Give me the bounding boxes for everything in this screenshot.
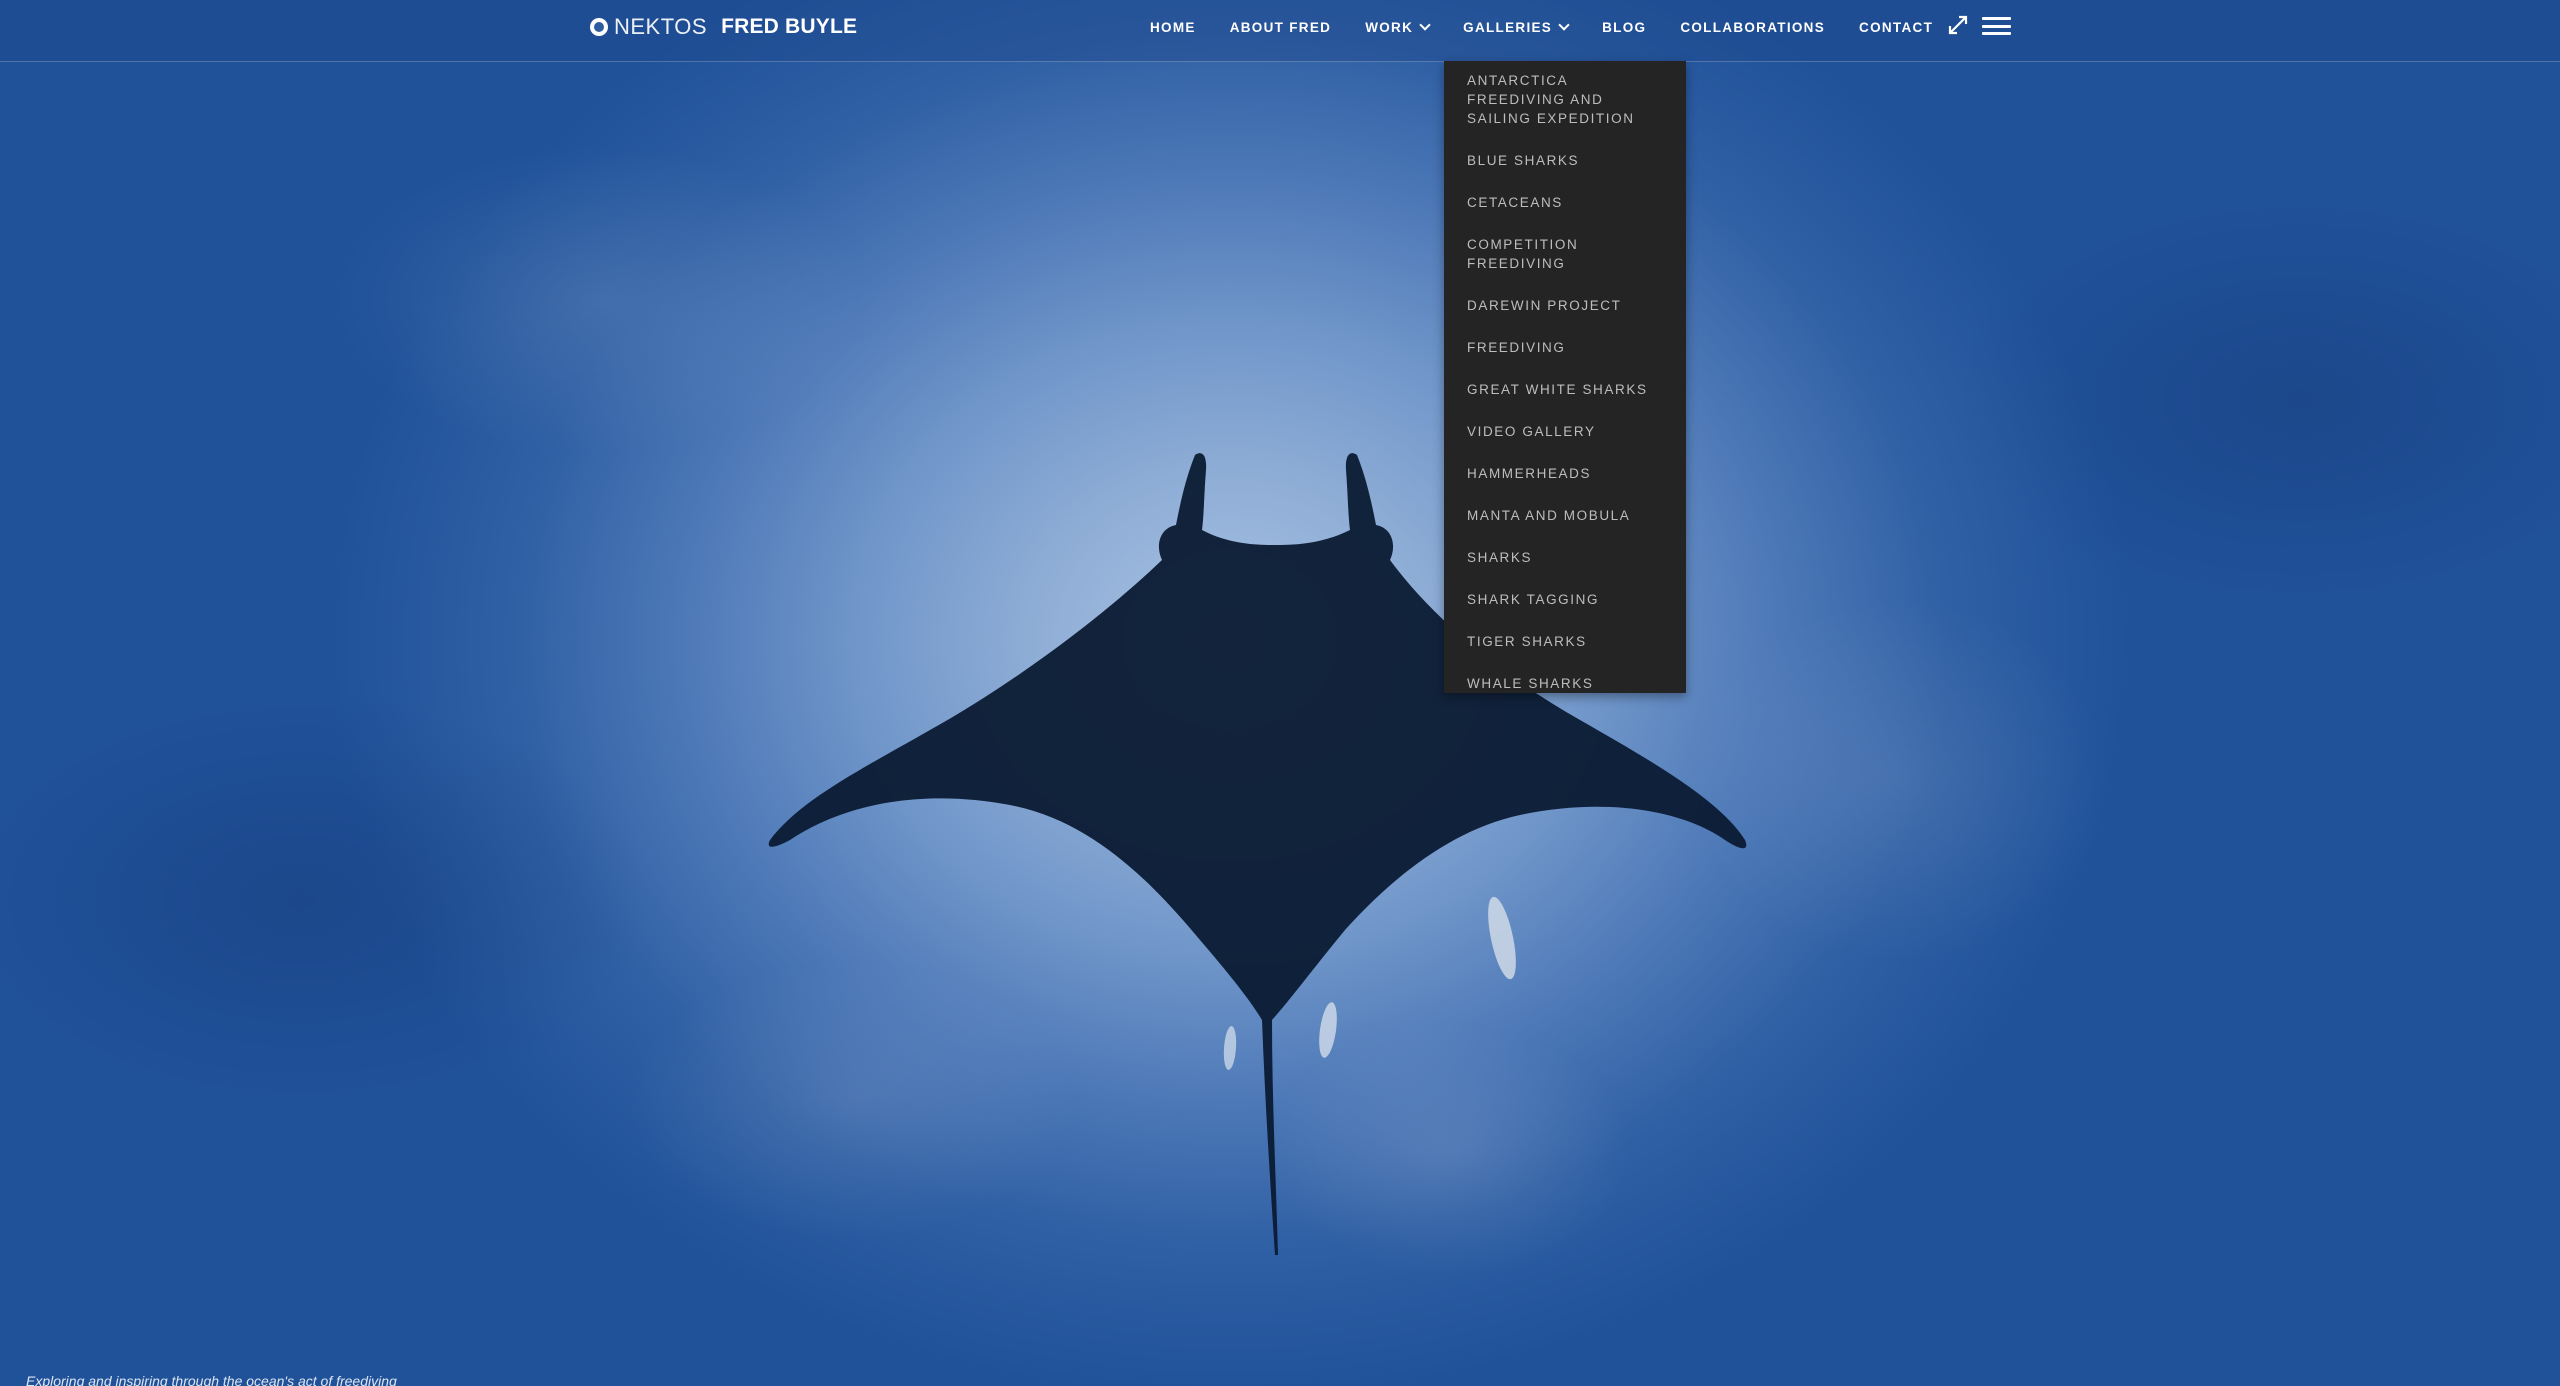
dropdown-item[interactable]: GREAT WHITE SHARKS (1444, 380, 1686, 399)
logo-text: NEKTOS (614, 14, 708, 39)
nav-blog[interactable]: BLOG (1602, 20, 1646, 35)
galleries-dropdown-list: ANTARCTICA FREEDIVING AND SAILING EXPEDI… (1444, 61, 1686, 693)
dropdown-item[interactable]: BLUE SHARKS (1444, 151, 1686, 170)
page: NEKTOS FRED BUYLE HOME ABOUT FRED WORK G… (0, 0, 2560, 1386)
fish-shape (1223, 1026, 1237, 1070)
dropdown-item[interactable]: FREEDIVING (1444, 338, 1686, 357)
dropdown-item[interactable]: SHARK TAGGING (1444, 590, 1686, 609)
fish-shape (1488, 896, 1516, 980)
fish-shape (1319, 1002, 1337, 1058)
nav-label: CONTACT (1859, 19, 1934, 35)
nav-label: ABOUT FRED (1229, 19, 1332, 35)
nav-label: COLLABORATIONS (1680, 19, 1826, 35)
chevron-down-icon (1558, 19, 1570, 31)
nektos-logo-icon (590, 18, 608, 36)
galleries-dropdown: ANTARCTICA FREEDIVING AND SAILING EXPEDI… (1444, 61, 1686, 693)
nav-work[interactable]: WORK (1365, 19, 1431, 35)
hero-caption: Exploring and inspiring through the ocea… (26, 1373, 397, 1386)
nav-about[interactable]: ABOUT FRED (1230, 20, 1332, 35)
hamburger-menu-icon[interactable] (1982, 17, 2011, 35)
dropdown-item[interactable]: WHALE SHARKS (1444, 674, 1686, 693)
dropdown-item[interactable]: MANTA AND MOBULA (1444, 506, 1686, 525)
nav-galleries[interactable]: GALLERIES (1463, 19, 1570, 35)
site-header: NEKTOS FRED BUYLE HOME ABOUT FRED WORK G… (0, 0, 2560, 62)
dropdown-item[interactable]: CETACEANS (1444, 193, 1686, 212)
site-title[interactable]: FRED BUYLE (721, 15, 857, 39)
dropdown-item[interactable]: VIDEO GALLERY (1444, 422, 1686, 441)
nav-label: BLOG (1602, 19, 1647, 35)
chevron-down-icon (1419, 19, 1431, 31)
brand[interactable]: NEKTOS FRED BUYLE (590, 14, 857, 40)
nav-contact[interactable]: CONTACT (1859, 20, 1933, 35)
dropdown-item[interactable]: COMPETITION FREEDIVING (1444, 235, 1686, 273)
nav-label: HOME (1150, 19, 1196, 35)
hero-image (768, 453, 1747, 1255)
dropdown-item[interactable]: HAMMERHEADS (1444, 464, 1686, 483)
dropdown-item[interactable]: SHARKS (1444, 548, 1686, 567)
nav-collaborations[interactable]: COLLABORATIONS (1680, 20, 1825, 35)
nav-label: WORK (1365, 19, 1414, 35)
main-nav: HOME ABOUT FRED WORK GALLERIES BLOG COLL… (1150, 0, 1933, 54)
nav-label: GALLERIES (1463, 19, 1553, 35)
dropdown-item[interactable]: DAREWIN PROJECT (1444, 296, 1686, 315)
nav-home[interactable]: HOME (1150, 20, 1196, 35)
dropdown-item[interactable]: TIGER SHARKS (1444, 632, 1686, 651)
expand-icon[interactable] (1947, 14, 1969, 36)
dropdown-item[interactable]: ANTARCTICA FREEDIVING AND SAILING EXPEDI… (1444, 71, 1686, 128)
nektos-logo[interactable]: NEKTOS (590, 14, 707, 40)
